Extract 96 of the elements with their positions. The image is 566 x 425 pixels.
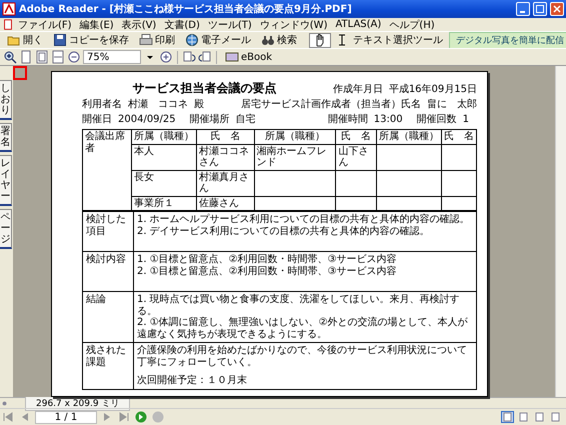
table-cell: 村瀬真月さん bbox=[196, 170, 254, 196]
page-view-icon bbox=[518, 412, 529, 422]
table-header: 氏 名 bbox=[442, 130, 476, 144]
menu-item[interactable]: ツール(T) bbox=[204, 18, 256, 32]
save-icon bbox=[53, 33, 67, 47]
close-button[interactable] bbox=[550, 2, 564, 16]
document-title: サービス担当者会議の要点 bbox=[131, 80, 278, 97]
page-view-icon bbox=[502, 412, 513, 422]
section-label: 残された課題 bbox=[82, 342, 134, 389]
promo-button[interactable]: デジタル写真を簡単に配信 bbox=[449, 32, 566, 48]
toolbar-button[interactable]: 検索 bbox=[257, 32, 301, 48]
section-text: 2. デイサービス利用についての目標の共有と具体的内容の確認。 bbox=[137, 226, 431, 237]
section-text: 2. ①目標と留意点、②利用回数・時間帯、③サービス内容 bbox=[137, 266, 398, 277]
field-label: 開催回数 bbox=[416, 114, 457, 125]
field-value: 自宅 bbox=[236, 114, 256, 125]
honorific: 殿 bbox=[194, 99, 204, 110]
table-header: 氏 名 bbox=[196, 130, 254, 144]
side-tab[interactable]: ページ bbox=[0, 209, 12, 249]
section-label: 検討内容 bbox=[82, 252, 134, 292]
field-value: 畠に 太郎 bbox=[427, 99, 477, 110]
field-label: 開催日 bbox=[82, 114, 112, 125]
toolbar-button[interactable]: 印刷 bbox=[135, 32, 179, 48]
field-value: 2004/09/25 bbox=[118, 114, 176, 125]
table-cell: 村瀬ココネさん bbox=[196, 144, 254, 170]
forward-icon bbox=[134, 410, 148, 424]
table-cell: 湘南ホームフレンド bbox=[254, 144, 336, 170]
last-page-icon bbox=[117, 410, 131, 424]
menu-item[interactable]: ファイル(F) bbox=[14, 18, 76, 32]
maximize-icon bbox=[536, 5, 544, 13]
table-header: 氏 名 bbox=[336, 130, 376, 144]
table-cell: 会議出席者 bbox=[82, 130, 132, 210]
menu-item[interactable]: ウィンドウ(W) bbox=[256, 18, 332, 32]
table-header: 所属（職種） bbox=[132, 130, 196, 144]
toolbar-button[interactable]: コピーを保存 bbox=[49, 32, 133, 48]
ebook-button[interactable]: eBook bbox=[221, 50, 276, 64]
page-view-icon bbox=[534, 412, 545, 422]
printer-icon bbox=[139, 33, 153, 47]
toolbar-button[interactable]: 電子メール bbox=[181, 32, 255, 48]
zoom-in-icon bbox=[3, 50, 17, 64]
rotate-icon bbox=[182, 50, 196, 64]
view-mode-button[interactable] bbox=[501, 411, 514, 423]
field-label: 開催場所 bbox=[190, 114, 230, 125]
section-text: 1. ホームヘルプサービス利用についての目標の共有と具体的内容の確認。 bbox=[137, 214, 471, 226]
zoom-field[interactable]: 75% bbox=[83, 50, 141, 64]
created-date: 平成16年09月15日 bbox=[388, 84, 477, 96]
tool-button[interactable] bbox=[309, 32, 331, 48]
maximize-button[interactable] bbox=[533, 2, 547, 16]
vertical-scrollbar[interactable] bbox=[555, 66, 566, 397]
field-label: 利用者名 bbox=[82, 99, 122, 110]
first-page-icon bbox=[1, 410, 15, 424]
section-label: 結論 bbox=[82, 292, 134, 342]
selection-marker bbox=[13, 66, 27, 80]
field-value: 1 bbox=[462, 114, 469, 125]
view-mode-button[interactable] bbox=[517, 411, 530, 423]
section-label: 検討した項目 bbox=[82, 212, 134, 252]
close-icon bbox=[553, 5, 561, 13]
table-cell: 事業所１ bbox=[132, 196, 196, 210]
field-label: 開催時間 bbox=[328, 114, 368, 125]
table-cell: 佐藤さん bbox=[196, 196, 254, 210]
table-header: 所属（職種） bbox=[254, 130, 336, 144]
window-title: Adobe Reader - [村瀬ここね様サービス担当者会議の要点9月分.PDF] bbox=[19, 2, 353, 16]
table-header: 所属（職種） bbox=[376, 130, 442, 144]
tool-button[interactable]: テキスト選択ツール bbox=[333, 32, 447, 48]
zoom-plus-icon bbox=[159, 50, 173, 64]
created-label: 作成年月日 bbox=[332, 84, 383, 96]
menu-item[interactable]: ヘルプ(H) bbox=[385, 18, 439, 32]
book-icon bbox=[225, 50, 239, 64]
side-tab[interactable]: しおり bbox=[0, 80, 12, 120]
field-value: 13:00 bbox=[374, 114, 403, 125]
rotate-back-icon bbox=[198, 50, 212, 64]
menu-item[interactable]: 文書(D) bbox=[160, 18, 204, 32]
table-cell: 本人 bbox=[132, 144, 196, 170]
zoom-out-icon bbox=[67, 50, 81, 64]
field-value: 村瀬 ココネ bbox=[128, 99, 188, 110]
side-tab[interactable]: レイヤー bbox=[0, 155, 12, 206]
binoculars-icon bbox=[261, 33, 275, 47]
side-tab[interactable]: 署名 bbox=[0, 123, 12, 152]
page-view-icon bbox=[550, 412, 561, 422]
section-text: 1. ①目標と留意点、②利用回数・時間帯、③サービス内容 bbox=[137, 254, 398, 266]
section-text: 1. 現時点では買い物と食事の支度、洗濯をしてほしい。来月、再検討する。 bbox=[137, 294, 461, 316]
section-text: 2. ①体調に留意し、無理強いはしない、②外との交流の場として、本人が遠慮なく気持ちが表現できるようにする。 bbox=[137, 317, 469, 340]
menu-item[interactable]: 表示(V) bbox=[118, 18, 160, 32]
globe-icon bbox=[185, 33, 199, 47]
view-mode-button[interactable] bbox=[533, 411, 546, 423]
toolbar-button[interactable]: 開く bbox=[3, 32, 47, 48]
field-label: 居宅サービス計画作成者（担当者）氏名 bbox=[241, 99, 421, 110]
table-cell: 山下さん bbox=[336, 144, 376, 170]
section-text: 介護保険の利用を始めたばかりなので、今後のサービス利用状況について丁寧にフォローしていく。 bbox=[137, 345, 468, 368]
pdf-app-icon bbox=[2, 2, 16, 16]
menu-item[interactable]: ATLAS(A) bbox=[331, 19, 386, 30]
table-cell: 長女 bbox=[132, 170, 196, 196]
page-number-field[interactable]: 1 / 1 bbox=[35, 410, 97, 424]
section-text: 次回開催予定：１０月末 bbox=[137, 375, 248, 386]
view-mode-button[interactable] bbox=[549, 411, 562, 423]
menu-item[interactable]: 編集(E) bbox=[76, 18, 118, 32]
minimize-button[interactable] bbox=[516, 2, 530, 16]
